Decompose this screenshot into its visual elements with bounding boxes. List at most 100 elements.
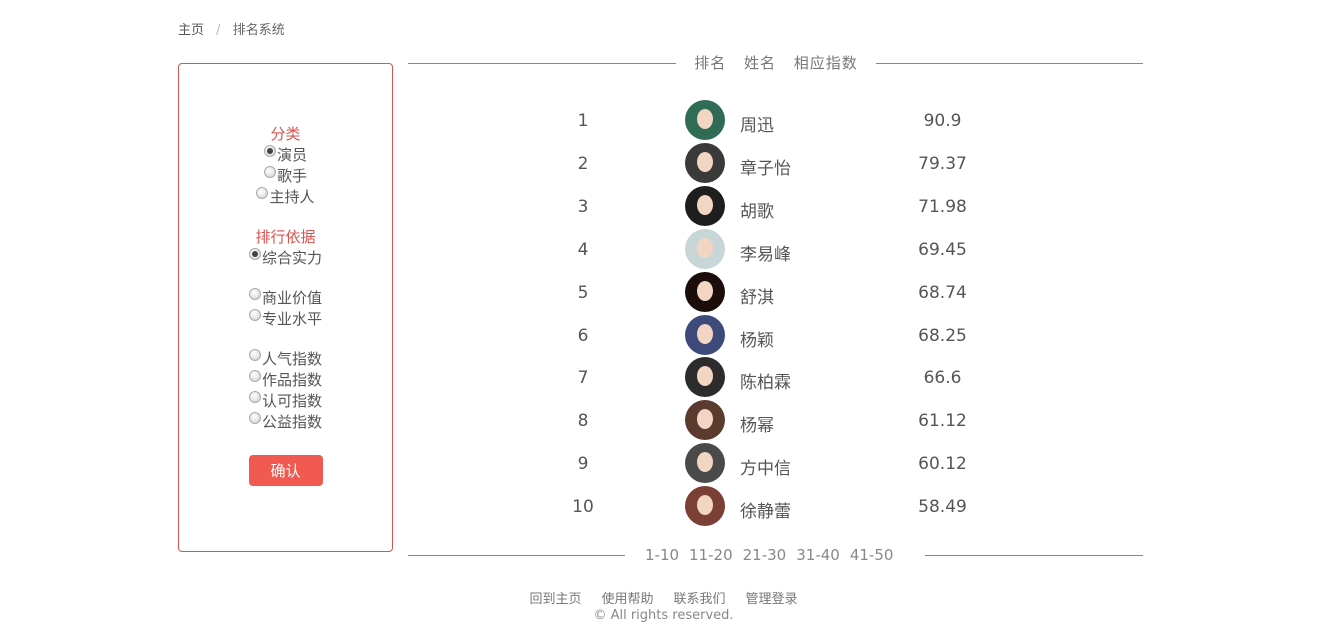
- rank-number: 6: [577, 325, 589, 346]
- ranking-row[interactable]: 8 杨幂 61.12: [560, 400, 980, 441]
- avatar-face: [697, 237, 713, 258]
- radio-label: 综合实力: [261, 249, 322, 267]
- radio-option[interactable]: 作品指数: [248, 369, 322, 391]
- radio-option[interactable]: 主持人: [256, 186, 315, 208]
- person-name[interactable]: 杨幂: [740, 411, 774, 436]
- page-link[interactable]: 11-20: [689, 546, 733, 564]
- ranking-row[interactable]: 1 周迅 90.9: [560, 100, 980, 140]
- radio-option[interactable]: 人气指数: [248, 348, 322, 370]
- radio-option[interactable]: 综合实力: [248, 247, 322, 269]
- footer-link[interactable]: 联系我们: [674, 592, 726, 607]
- index-score: 58.49: [918, 497, 967, 518]
- copyright: © All rights reserved.: [593, 608, 734, 623]
- avatar-face: [697, 194, 713, 215]
- page-link[interactable]: 41-50: [850, 546, 894, 564]
- person-name[interactable]: 方中信: [740, 454, 791, 479]
- ranking-row[interactable]: 2 章子怡 79.37: [560, 142, 980, 183]
- avatar-face: [697, 280, 713, 301]
- person-name[interactable]: 章子怡: [740, 154, 791, 179]
- index-score: 69.45: [918, 239, 967, 260]
- avatar[interactable]: [685, 400, 725, 441]
- column-header-name: 姓名: [743, 54, 776, 72]
- radio-label: 公益指数: [261, 413, 322, 431]
- page-link[interactable]: 31-40: [796, 546, 840, 564]
- rank-number: 2: [577, 153, 589, 174]
- ranking-row[interactable]: 10 徐静蕾 58.49: [560, 486, 980, 527]
- radio-label: 商业价值: [261, 289, 322, 307]
- person-name[interactable]: 杨颖: [740, 326, 774, 351]
- radio-label: 人气指数: [261, 350, 322, 368]
- category-options: 演员 歌手 主持人: [256, 144, 315, 208]
- pager-divider-right: [925, 555, 1143, 556]
- avatar[interactable]: [685, 486, 725, 527]
- column-headers: 排名 姓名 相应指数: [676, 52, 876, 73]
- ranking-row[interactable]: 5 舒淇 68.74: [560, 271, 980, 312]
- radio-option[interactable]: 公益指数: [248, 411, 322, 433]
- footer-link[interactable]: 回到主页: [529, 592, 581, 607]
- radio-label: 歌手: [276, 167, 307, 185]
- basis-option-group: 商业价值 专业水平: [248, 287, 322, 330]
- page-link[interactable]: 1-10: [645, 546, 679, 564]
- avatar[interactable]: [685, 271, 725, 312]
- confirm-button[interactable]: 确认: [248, 455, 323, 486]
- radio-icon[interactable]: [263, 165, 276, 178]
- radio-icon[interactable]: [248, 348, 261, 361]
- avatar-face: [697, 323, 713, 344]
- avatar[interactable]: [685, 357, 725, 398]
- rank-number: 5: [577, 282, 589, 303]
- radio-label: 演员: [276, 146, 307, 164]
- ranking-row[interactable]: 6 杨颖 68.25: [560, 314, 980, 355]
- radio-option[interactable]: 歌手: [263, 165, 307, 187]
- column-header-index: 相应指数: [793, 54, 858, 72]
- index-score: 61.12: [918, 411, 967, 432]
- radio-icon[interactable]: [263, 144, 276, 157]
- ranking-row[interactable]: 9 方中信 60.12: [560, 443, 980, 484]
- radio-icon[interactable]: [248, 247, 261, 260]
- avatar[interactable]: [685, 228, 725, 269]
- radio-icon[interactable]: [248, 287, 261, 300]
- radio-icon[interactable]: [248, 411, 261, 424]
- radio-option[interactable]: 专业水平: [248, 308, 322, 330]
- person-name[interactable]: 李易峰: [740, 240, 791, 265]
- avatar[interactable]: [685, 142, 725, 183]
- radio-option[interactable]: 认可指数: [248, 390, 322, 412]
- person-name[interactable]: 陈柏霖: [740, 368, 791, 393]
- breadcrumb: 主页 / 排名系统: [178, 19, 285, 38]
- avatar[interactable]: [685, 314, 725, 355]
- index-score: 68.74: [918, 282, 967, 303]
- ranking-row[interactable]: 4 李易峰 69.45: [560, 228, 980, 269]
- person-name[interactable]: 徐静蕾: [740, 497, 791, 522]
- header-divider-right: [876, 63, 1143, 64]
- person-name[interactable]: 胡歌: [740, 197, 774, 222]
- radio-option[interactable]: 演员: [263, 144, 307, 166]
- ranking-row[interactable]: 3 胡歌 71.98: [560, 185, 980, 226]
- ranking-row[interactable]: 7 陈柏霖 66.6: [560, 357, 980, 398]
- page-link[interactable]: 21-30: [743, 546, 787, 564]
- basis-option-group: 综合实力: [248, 247, 322, 269]
- avatar[interactable]: [685, 185, 725, 226]
- index-score: 71.98: [918, 196, 967, 217]
- radio-icon[interactable]: [256, 186, 269, 199]
- rank-number: 1: [577, 111, 589, 131]
- radio-option[interactable]: 商业价值: [248, 287, 322, 309]
- avatar-face: [697, 452, 713, 473]
- basis-title: 排行依据: [255, 228, 316, 246]
- footer-link[interactable]: 管理登录: [746, 592, 798, 607]
- breadcrumb-home-link[interactable]: 主页: [178, 23, 204, 38]
- index-score: 68.25: [918, 325, 967, 346]
- avatar[interactable]: [685, 443, 725, 484]
- rank-number: 4: [577, 239, 589, 260]
- footer-link[interactable]: 使用帮助: [601, 592, 653, 607]
- rank-number: 10: [572, 497, 594, 518]
- person-name[interactable]: 舒淇: [740, 283, 774, 308]
- radio-icon[interactable]: [248, 369, 261, 382]
- radio-label: 主持人: [269, 188, 315, 206]
- person-name[interactable]: 周迅: [740, 111, 774, 136]
- radio-icon[interactable]: [248, 390, 261, 403]
- index-score: 79.37: [918, 153, 967, 174]
- avatar[interactable]: [685, 100, 725, 140]
- basis-option-group: 人气指数 作品指数 认可指数 公益指数: [248, 348, 322, 433]
- radio-icon[interactable]: [248, 308, 261, 321]
- index-score: 90.9: [923, 111, 962, 131]
- filter-panel: 分类 演员 歌手 主持人 排行依据 综合实力 商业价值 专业水平 人气指数 作品指数 认可指数…: [178, 63, 393, 552]
